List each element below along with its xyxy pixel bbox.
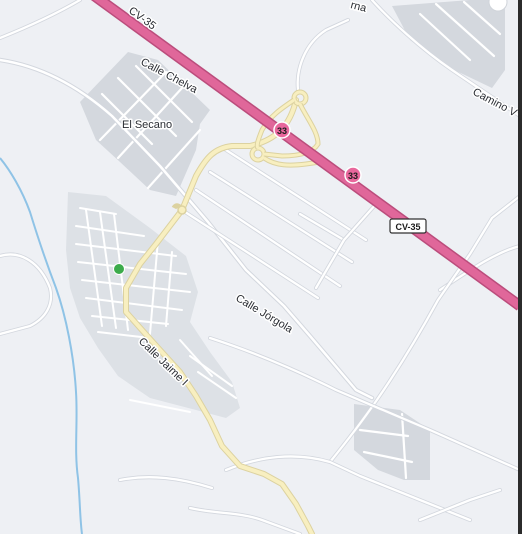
exit-33-shield-lower: 33	[344, 166, 362, 184]
right-edge-border	[518, 0, 522, 534]
map-view[interactable]: CV-35 rna 33 33 CV-35 Calle Chelva El Se…	[0, 0, 522, 534]
place-label-el-secano: El Secano	[122, 119, 172, 131]
exit-33-upper-label: 33	[277, 126, 287, 136]
location-marker-icon[interactable]	[113, 263, 125, 275]
cv35-shield-label: CV-35	[395, 222, 420, 232]
map-canvas[interactable]: CV-35 rna 33 33 CV-35 Calle Chelva El Se…	[0, 0, 522, 534]
exit-33-lower-label: 33	[348, 171, 358, 181]
exit-33-shield-upper: 33	[273, 121, 291, 139]
cv35-shield: CV-35	[389, 218, 427, 234]
